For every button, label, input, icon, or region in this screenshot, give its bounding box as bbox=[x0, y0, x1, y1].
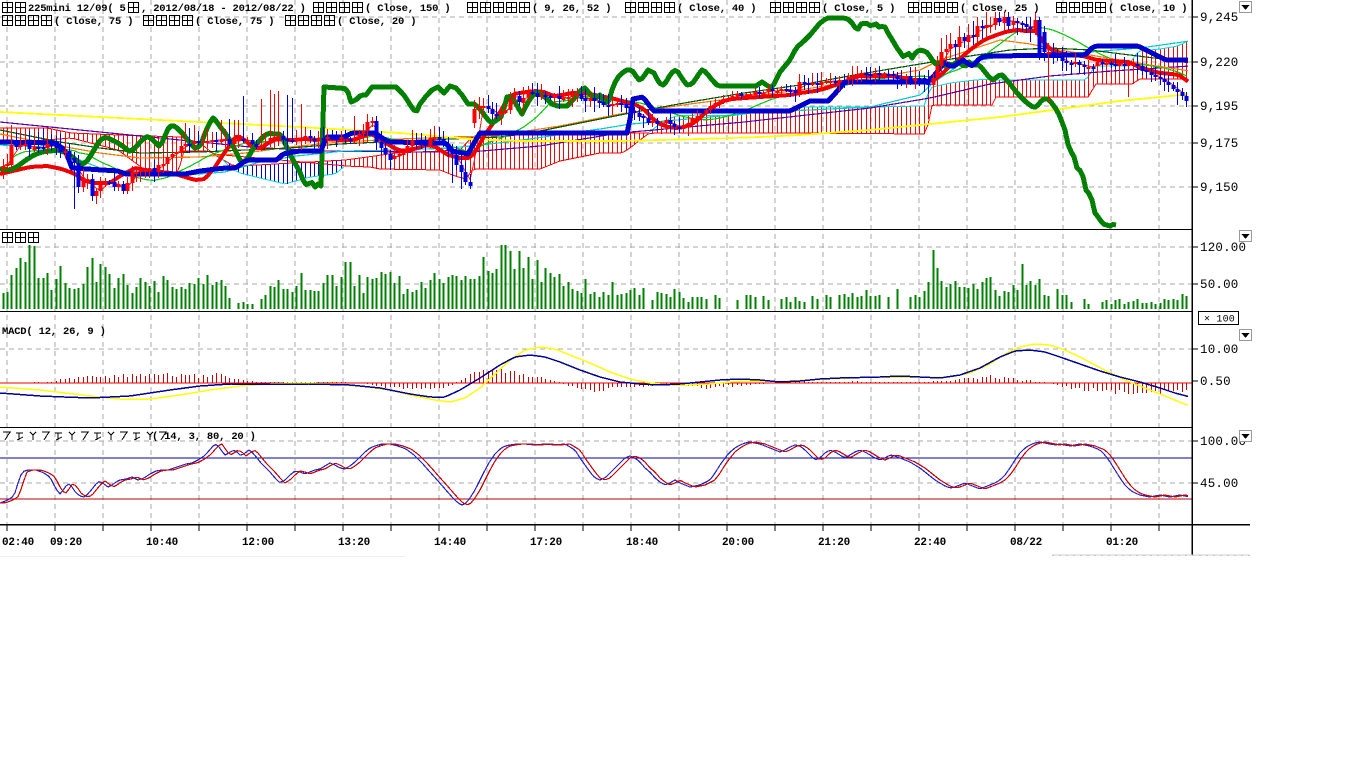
svg-text:17:20: 17:20 bbox=[530, 537, 562, 549]
svg-text:18:40: 18:40 bbox=[626, 537, 658, 549]
svg-text:( 9, 26, 52 ): ( 9, 26, 52 ) bbox=[532, 3, 611, 15]
svg-text:20:00: 20:00 bbox=[722, 537, 754, 549]
svg-text:( Close, 20 ): ( Close, 20 ) bbox=[337, 16, 416, 28]
svg-text:MACD( 12, 26, 9 ): MACD( 12, 26, 9 ) bbox=[2, 326, 106, 338]
svg-text:50.00: 50.00 bbox=[1200, 278, 1239, 292]
svg-text:14:40: 14:40 bbox=[434, 537, 466, 549]
svg-text:, 2012/08/18 - 2012/08/22 ): , 2012/08/18 - 2012/08/22 ) bbox=[141, 3, 306, 15]
svg-text:( Close, 75 ): ( Close, 75 ) bbox=[54, 16, 133, 28]
svg-text:10.00: 10.00 bbox=[1200, 343, 1239, 357]
svg-text:9,245: 9,245 bbox=[1200, 11, 1239, 25]
svg-text:× 100: × 100 bbox=[1204, 315, 1235, 326]
svg-text:( Close, 25 ): ( Close, 25 ) bbox=[960, 3, 1039, 15]
svg-text:9,220: 9,220 bbox=[1200, 56, 1239, 70]
svg-text:12:00: 12:00 bbox=[242, 537, 274, 549]
svg-text:225mini 12/09( 5: 225mini 12/09( 5 bbox=[28, 3, 126, 15]
svg-text:02:40: 02:40 bbox=[2, 537, 34, 549]
svg-text:( Close, 150 ): ( Close, 150 ) bbox=[365, 3, 450, 15]
svg-text:9,175: 9,175 bbox=[1200, 137, 1239, 151]
svg-text:09:20: 09:20 bbox=[50, 537, 82, 549]
svg-text:9,150: 9,150 bbox=[1200, 181, 1239, 195]
svg-text:( Close, 10 ): ( Close, 10 ) bbox=[1108, 3, 1187, 15]
svg-text:45.00: 45.00 bbox=[1200, 477, 1239, 491]
svg-text:( Close, 40 ): ( Close, 40 ) bbox=[677, 3, 756, 15]
svg-text:( 14, 3, 80, 20 ): ( 14, 3, 80, 20 ) bbox=[152, 431, 256, 443]
svg-text:( Close, 5 ): ( Close, 5 ) bbox=[822, 3, 895, 15]
svg-text:08/22: 08/22 bbox=[1010, 537, 1042, 549]
svg-text:21:20: 21:20 bbox=[818, 537, 850, 549]
svg-text:120.00: 120.00 bbox=[1200, 241, 1246, 255]
svg-text:9,195: 9,195 bbox=[1200, 100, 1239, 114]
svg-text:10:40: 10:40 bbox=[146, 537, 178, 549]
svg-text:13:20: 13:20 bbox=[338, 537, 370, 549]
svg-text:22:40: 22:40 bbox=[914, 537, 946, 549]
svg-text:( Close, 75 ): ( Close, 75 ) bbox=[195, 16, 274, 28]
svg-text:01:20: 01:20 bbox=[1106, 537, 1138, 549]
svg-text:0.50: 0.50 bbox=[1200, 375, 1231, 389]
